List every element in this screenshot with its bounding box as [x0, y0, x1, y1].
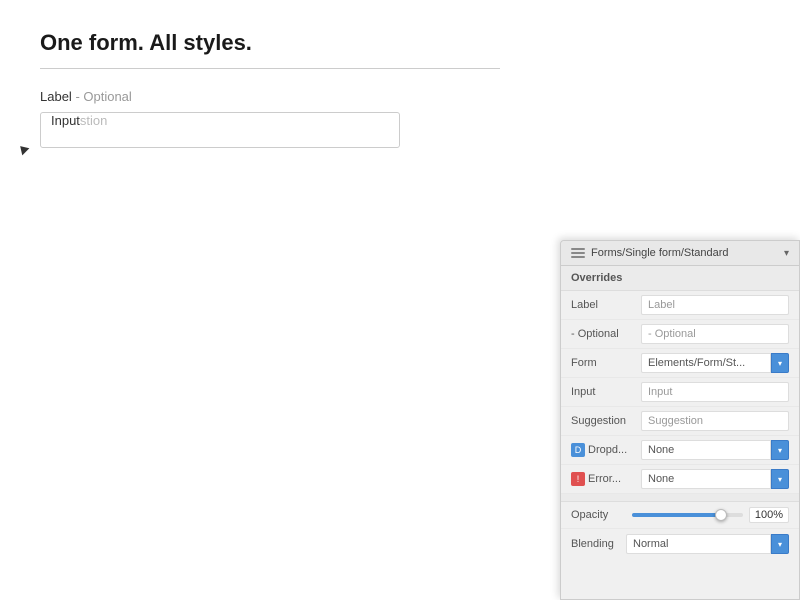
override-label-form: Form: [571, 357, 641, 369]
override-row-label: Label Label: [561, 291, 799, 320]
opacity-row: Opacity 100%: [561, 502, 799, 529]
override-row-error: ! Error... None ▾: [561, 465, 799, 494]
dropdown-dropdown-btn[interactable]: ▾: [771, 440, 789, 460]
opacity-slider-thumb[interactable]: [715, 509, 727, 521]
panel-header: Forms/Single form/Standard ▾: [561, 241, 799, 266]
panel-chevron-icon[interactable]: ▾: [784, 248, 789, 259]
override-value-input[interactable]: Input: [641, 382, 789, 402]
override-value-error[interactable]: None: [641, 469, 771, 489]
override-label-dropdown: D Dropd...: [571, 443, 641, 457]
panel-header-left: Forms/Single form/Standard: [571, 247, 729, 259]
error-icon-badge: !: [571, 472, 585, 486]
panel-divider: [561, 494, 799, 502]
field-label: Label - Optional: [40, 89, 760, 104]
override-value-label[interactable]: Label: [641, 295, 789, 315]
override-dropdown-control: None ▾: [641, 440, 789, 460]
override-row-suggestion: Suggestion Suggestion: [561, 407, 799, 436]
blending-label: Blending: [571, 538, 626, 550]
label-text: Label: [40, 89, 72, 104]
override-row-dropdown: D Dropd... None ▾: [561, 436, 799, 465]
override-row-optional: - Optional - Optional: [561, 320, 799, 349]
override-label-error: ! Error...: [571, 472, 641, 486]
override-row-form: Form Elements/Form/St... ▾: [561, 349, 799, 378]
input-placeholder-text: stion: [80, 113, 107, 128]
panel-title: Forms/Single form/Standard: [591, 247, 729, 259]
opacity-slider-container: [632, 513, 743, 517]
overrides-header: Overrides: [561, 266, 799, 291]
input-value-text: Input: [51, 113, 80, 128]
blending-dropdown-btn[interactable]: ▾: [771, 534, 789, 554]
override-label-optional: - Optional: [571, 328, 641, 340]
opacity-value[interactable]: 100%: [749, 507, 789, 523]
opacity-label: Opacity: [571, 509, 626, 521]
form-input[interactable]: Inputstion: [40, 112, 400, 148]
form-dropdown-btn[interactable]: ▾: [771, 353, 789, 373]
override-value-optional[interactable]: - Optional: [641, 324, 789, 344]
override-value-suggestion[interactable]: Suggestion: [641, 411, 789, 431]
error-dropdown-btn[interactable]: ▾: [771, 469, 789, 489]
inspector-panel: Forms/Single form/Standard ▾ Overrides L…: [560, 240, 800, 600]
override-error-control: None ▾: [641, 469, 789, 489]
override-value-dropdown[interactable]: None: [641, 440, 771, 460]
optional-text: - Optional: [75, 89, 131, 104]
override-label-input: Input: [571, 386, 641, 398]
form-area: One form. All styles. Label - Optional I…: [0, 0, 800, 178]
override-row-input: Input Input: [561, 378, 799, 407]
blending-select: Normal ▾: [626, 534, 789, 554]
dropdown-icon-badge: D: [571, 443, 585, 457]
blending-row: Blending Normal ▾: [561, 529, 799, 559]
override-value-form[interactable]: Elements/Form/St...: [641, 353, 771, 373]
panel-menu-icon: [571, 248, 585, 258]
main-canvas: One form. All styles. Label - Optional I…: [0, 0, 800, 600]
override-label-label: Label: [571, 299, 641, 311]
opacity-slider-track[interactable]: [632, 513, 743, 517]
override-form-control: Elements/Form/St... ▾: [641, 353, 789, 373]
override-label-suggestion: Suggestion: [571, 415, 641, 427]
blending-value-text[interactable]: Normal: [626, 534, 771, 554]
form-title: One form. All styles.: [40, 30, 500, 69]
